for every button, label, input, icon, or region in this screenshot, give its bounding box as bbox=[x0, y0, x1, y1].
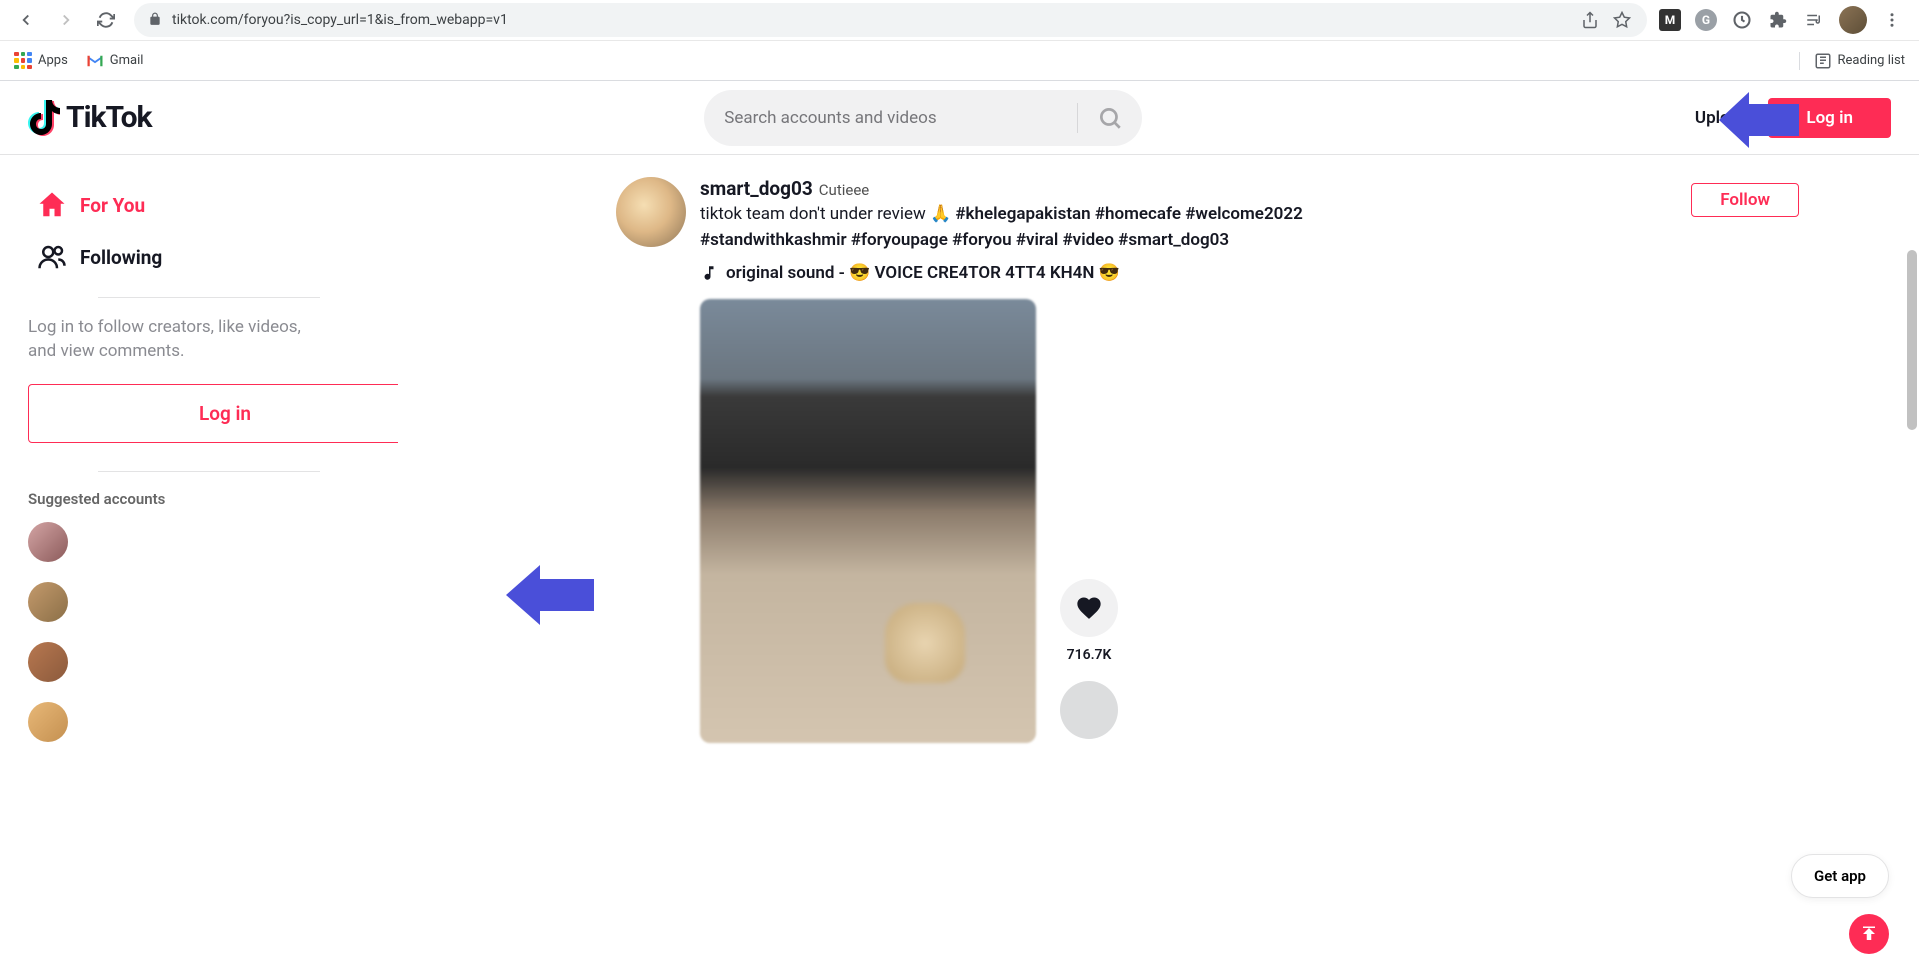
scroll-to-top-button[interactable] bbox=[1849, 914, 1889, 954]
tiktok-logo-text: TikTok bbox=[66, 100, 152, 135]
reading-list-button[interactable]: Reading list bbox=[1799, 52, 1905, 70]
search-input[interactable] bbox=[724, 108, 1077, 128]
bookmark-apps-label: Apps bbox=[38, 53, 68, 68]
back-button[interactable] bbox=[10, 4, 42, 36]
video-post: smart_dog03 Cutieee tiktok team don't un… bbox=[616, 177, 1799, 743]
post-author-avatar[interactable] bbox=[616, 177, 686, 247]
video-player[interactable] bbox=[700, 299, 1036, 743]
upload-link[interactable]: Upload bbox=[1695, 108, 1748, 128]
sidebar-login-button[interactable]: Log in bbox=[28, 384, 398, 443]
suggested-accounts-list bbox=[28, 522, 390, 742]
profile-avatar-icon[interactable] bbox=[1839, 6, 1867, 34]
post-username[interactable]: smart_dog03 bbox=[700, 177, 813, 200]
bookmark-star-icon[interactable] bbox=[1611, 9, 1633, 31]
url-text: tiktok.com/foryou?is_copy_url=1&is_from_… bbox=[172, 12, 1569, 28]
browser-toolbar: tiktok.com/foryou?is_copy_url=1&is_from_… bbox=[0, 0, 1919, 41]
bookmark-apps[interactable]: Apps bbox=[14, 52, 68, 70]
nav-following-label: Following bbox=[80, 246, 162, 269]
forward-button[interactable] bbox=[50, 4, 82, 36]
gmail-icon bbox=[86, 52, 104, 70]
address-bar[interactable]: tiktok.com/foryou?is_copy_url=1&is_from_… bbox=[134, 3, 1647, 37]
page-scrollbar-thumb[interactable] bbox=[1907, 250, 1917, 430]
heart-icon bbox=[1075, 594, 1103, 622]
extension-icon-m[interactable]: M bbox=[1659, 9, 1681, 31]
bookmark-gmail[interactable]: Gmail bbox=[86, 52, 144, 70]
get-app-button[interactable]: Get app bbox=[1791, 854, 1889, 898]
extension-icon-g[interactable]: G bbox=[1695, 9, 1717, 31]
sidebar: For You Following Log in to follow creat… bbox=[0, 155, 398, 968]
tiktok-logo[interactable]: TikTok bbox=[28, 100, 152, 136]
follow-button[interactable]: Follow bbox=[1691, 183, 1799, 217]
header-login-button[interactable]: Log in bbox=[1768, 98, 1891, 138]
post-caption: tiktok team don't under review 🙏 #kheleg… bbox=[700, 202, 1320, 253]
bookmarks-bar: Apps Gmail Reading list bbox=[0, 41, 1919, 81]
chrome-menu-icon[interactable] bbox=[1881, 9, 1903, 31]
lock-icon bbox=[148, 11, 162, 30]
arrow-up-icon bbox=[1860, 925, 1878, 943]
post-nickname: Cutieee bbox=[819, 181, 869, 199]
suggested-accounts-title: Suggested accounts bbox=[28, 490, 390, 508]
post-sound[interactable]: original sound - 😎 VOICE CRE4TOR 4TT4 KH… bbox=[700, 263, 1799, 283]
search-button[interactable] bbox=[1078, 90, 1142, 146]
post-caption-text: tiktok team don't under review 🙏 bbox=[700, 204, 955, 224]
home-icon bbox=[36, 189, 68, 221]
share-icon[interactable] bbox=[1579, 9, 1601, 31]
main-content: For You Following Log in to follow creat… bbox=[0, 155, 1919, 968]
suggested-account-2[interactable] bbox=[28, 582, 68, 622]
people-icon bbox=[36, 241, 68, 273]
post-sound-label: original sound - 😎 VOICE CRE4TOR 4TT4 KH… bbox=[726, 263, 1120, 283]
browser-extensions: M G bbox=[1659, 6, 1909, 34]
like-button[interactable] bbox=[1060, 579, 1118, 637]
tiktok-logo-icon bbox=[28, 100, 60, 136]
video-feed[interactable]: smart_dog03 Cutieee tiktok team don't un… bbox=[398, 155, 1919, 968]
nav-following[interactable]: Following bbox=[28, 231, 390, 283]
nav-for-you[interactable]: For You bbox=[28, 179, 390, 231]
comment-button[interactable] bbox=[1060, 681, 1118, 739]
suggested-account-3[interactable] bbox=[28, 642, 68, 682]
music-note-icon bbox=[700, 264, 718, 282]
tiktok-header: TikTok Upload Log in bbox=[0, 81, 1919, 155]
media-control-icon[interactable] bbox=[1803, 9, 1825, 31]
sidebar-divider-1 bbox=[98, 297, 320, 298]
suggested-account-1[interactable] bbox=[28, 522, 68, 562]
apps-grid-icon bbox=[14, 52, 32, 70]
extensions-puzzle-icon[interactable] bbox=[1767, 9, 1789, 31]
bookmark-gmail-label: Gmail bbox=[110, 53, 144, 68]
reading-list-icon bbox=[1814, 52, 1832, 70]
suggested-account-4[interactable] bbox=[28, 702, 68, 742]
video-actions: 716.7K bbox=[1060, 579, 1118, 743]
reading-list-label: Reading list bbox=[1838, 53, 1905, 68]
sidebar-divider-2 bbox=[98, 471, 320, 472]
extension-icon-clockify[interactable] bbox=[1731, 9, 1753, 31]
nav-for-you-label: For You bbox=[80, 194, 145, 217]
reload-button[interactable] bbox=[90, 4, 122, 36]
search-icon bbox=[1097, 105, 1123, 131]
like-count: 716.7K bbox=[1067, 647, 1112, 663]
search-box[interactable] bbox=[704, 90, 1142, 146]
sidebar-login-prompt: Log in to follow creators, like videos, … bbox=[28, 312, 390, 384]
